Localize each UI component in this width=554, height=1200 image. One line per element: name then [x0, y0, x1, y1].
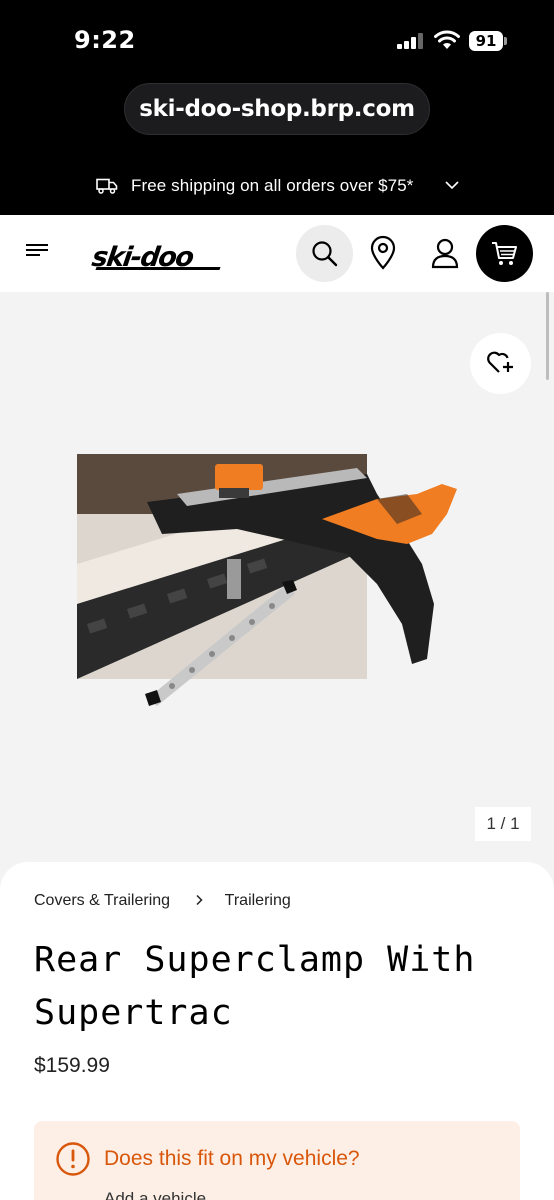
menu-icon[interactable]	[26, 241, 50, 259]
status-bar: 9:22 91	[0, 0, 554, 78]
breadcrumb-item-covers-trailering[interactable]: Covers & Trailering	[34, 892, 170, 909]
promo-banner[interactable]: Free shipping on all orders over $75*	[0, 148, 554, 215]
cellular-signal-icon	[397, 33, 423, 49]
cart-button[interactable]	[476, 225, 533, 282]
battery-indicator: 91	[469, 31, 507, 51]
add-vehicle-link[interactable]: Add a vehicle	[104, 1189, 206, 1200]
breadcrumb-item-trailering[interactable]: Trailering	[225, 892, 291, 909]
chevron-right-icon	[195, 894, 203, 906]
product-image[interactable]	[77, 454, 465, 710]
logo-underline	[95, 267, 221, 270]
location-pin-icon[interactable]	[368, 235, 398, 271]
product-title: Rear Superclamp With Supertrac	[34, 940, 476, 1033]
product-price: $159.99	[34, 1054, 110, 1077]
vehicle-fit-checker[interactable]: Does this fit on my vehicle? Add a vehic…	[34, 1121, 520, 1200]
account-icon[interactable]	[430, 237, 460, 269]
status-time: 9:22	[74, 26, 136, 54]
heart-plus-icon	[487, 351, 513, 373]
battery-level: 91	[469, 31, 503, 51]
image-counter: 1 / 1	[475, 807, 531, 841]
shopping-cart-icon	[492, 242, 517, 265]
fit-title: Does this fit on my vehicle?	[104, 1147, 360, 1170]
battery-tip	[504, 37, 507, 45]
search-icon	[312, 241, 338, 267]
product-info-card: Covers & Trailering Trailering Rear Supe…	[0, 862, 554, 1200]
chevron-down-icon[interactable]	[445, 180, 459, 190]
wishlist-button[interactable]	[470, 333, 531, 394]
address-bar[interactable]: ski-doo-shop.brp.com	[124, 83, 430, 135]
scrollbar[interactable]	[546, 292, 549, 380]
exclamation-circle-icon	[56, 1142, 90, 1176]
browser-url-area: ski-doo-shop.brp.com	[0, 78, 554, 148]
product-gallery[interactable]: 1 / 1	[0, 292, 554, 892]
truck-icon	[96, 178, 118, 194]
search-button[interactable]	[296, 225, 353, 282]
breadcrumb: Covers & Trailering Trailering	[34, 892, 291, 910]
wifi-icon	[434, 30, 460, 49]
promo-text: Free shipping on all orders over $75*	[131, 176, 414, 195]
site-header: ski-doo	[0, 215, 554, 292]
